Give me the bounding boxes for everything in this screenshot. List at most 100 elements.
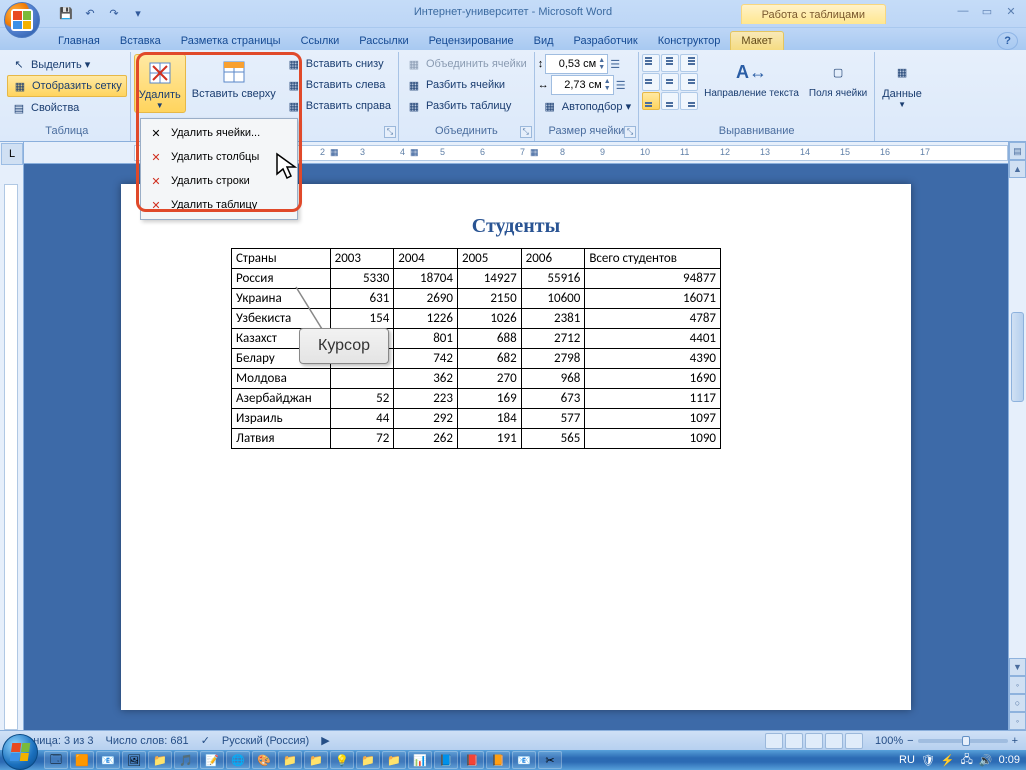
ql-item[interactable]: 📁: [148, 751, 172, 769]
text-direction-button[interactable]: A↔ Направление текста: [700, 54, 803, 101]
ql-item[interactable]: 📁: [278, 751, 302, 769]
insert-above-button[interactable]: Вставить сверху: [188, 54, 280, 102]
scroll-thumb[interactable]: [1011, 312, 1024, 402]
ql-item[interactable]: 📕: [460, 751, 484, 769]
tab-pagelayout[interactable]: Разметка страницы: [171, 32, 291, 50]
tray-sound-icon[interactable]: ⚡: [941, 754, 955, 767]
split-icon: ▦: [406, 77, 422, 93]
insert-below-button[interactable]: ▦Вставить снизу: [282, 54, 395, 74]
ql-item[interactable]: 🟧: [70, 751, 94, 769]
ql-item[interactable]: 📁: [382, 751, 406, 769]
tab-developer[interactable]: Разработчик: [564, 32, 648, 50]
split-cells-button[interactable]: ▦Разбить ячейки: [402, 75, 531, 95]
table-row: Украина631269021501060016071: [232, 289, 721, 309]
tab-review[interactable]: Рецензирование: [419, 32, 524, 50]
ql-item[interactable]: 📝: [200, 751, 224, 769]
distribute-rows-icon[interactable]: ☰: [610, 58, 620, 71]
select-button[interactable]: ↖Выделить ▾: [7, 54, 127, 74]
scroll-down-icon[interactable]: ▼: [1009, 658, 1026, 676]
close-button[interactable]: ✕: [1000, 2, 1022, 20]
status-proof-icon[interactable]: ✓: [201, 734, 210, 747]
ql-item[interactable]: 📘: [434, 751, 458, 769]
zoom-slider[interactable]: [918, 739, 1008, 743]
status-wordcount[interactable]: Число слов: 681: [106, 735, 189, 747]
ql-item[interactable]: 📁: [304, 751, 328, 769]
view-print-layout[interactable]: [765, 733, 783, 749]
text-direction-icon: A↔: [735, 56, 767, 88]
qat-dropdown-icon[interactable]: ▾: [128, 4, 148, 24]
minimize-button[interactable]: —: [952, 2, 974, 20]
undo-icon[interactable]: ↶: [80, 4, 100, 24]
zoom-in-icon[interactable]: +: [1012, 735, 1018, 747]
ql-item[interactable]: 📊: [408, 751, 432, 769]
tab-view[interactable]: Вид: [524, 32, 564, 50]
view-gridlines-button[interactable]: ▦Отобразить сетку: [7, 75, 127, 97]
merge-dialog-launcher[interactable]: ⤡: [520, 126, 532, 138]
delete-columns-item[interactable]: ✕Удалить столбцы: [143, 145, 295, 169]
tab-mailings[interactable]: Рассылки: [349, 32, 418, 50]
vertical-scrollbar[interactable]: ▤ ▲ ▼ ◦ ○ ◦: [1008, 142, 1026, 730]
view-outline[interactable]: [825, 733, 843, 749]
tab-selector[interactable]: L: [1, 143, 23, 165]
split-table-button[interactable]: ▦Разбить таблицу: [402, 96, 531, 116]
prev-page-icon[interactable]: ◦: [1009, 676, 1026, 694]
ql-item[interactable]: 🌐: [226, 751, 250, 769]
restore-button[interactable]: ▭: [976, 2, 998, 20]
office-button[interactable]: [4, 2, 40, 38]
view-web[interactable]: [805, 733, 823, 749]
size-dialog-launcher[interactable]: ⤡: [624, 126, 636, 138]
ql-item[interactable]: 📧: [96, 751, 120, 769]
save-icon[interactable]: 💾: [56, 4, 76, 24]
cell-margins-button[interactable]: ▢ Поля ячейки: [805, 54, 871, 101]
insert-right-button[interactable]: ▦Вставить справа: [282, 96, 395, 116]
ql-item[interactable]: 🎵: [174, 751, 198, 769]
start-button[interactable]: [2, 734, 38, 770]
row-height-input[interactable]: ▲▼: [545, 54, 608, 74]
scroll-up-icon[interactable]: ▲: [1009, 160, 1026, 178]
status-macro-icon[interactable]: ▶: [321, 734, 329, 747]
zoom-out-icon[interactable]: −: [907, 735, 913, 747]
tab-insert[interactable]: Вставка: [110, 32, 171, 50]
next-page-icon[interactable]: ◦: [1009, 712, 1026, 730]
data-icon: ▦: [886, 56, 918, 88]
ql-item[interactable]: 📙: [486, 751, 510, 769]
col-width-input[interactable]: ▲▼: [551, 75, 614, 95]
ql-item[interactable]: 📧: [512, 751, 536, 769]
tab-design[interactable]: Конструктор: [648, 32, 731, 50]
status-language[interactable]: Русский (Россия): [222, 735, 309, 747]
view-fullscreen[interactable]: [785, 733, 803, 749]
tray-lang[interactable]: RU: [899, 754, 915, 766]
rowscols-dialog-launcher[interactable]: ⤡: [384, 126, 396, 138]
redo-icon[interactable]: ↷: [104, 4, 124, 24]
merge-cells-button[interactable]: ▦Объединить ячейки: [402, 54, 531, 74]
tray-battery-icon[interactable]: 🛡: [921, 754, 935, 767]
properties-button[interactable]: ▤Свойства: [7, 98, 127, 118]
ql-item[interactable]: 🎨: [252, 751, 276, 769]
delete-table-item[interactable]: ✕Удалить таблицу: [143, 193, 295, 217]
delete-rows-item[interactable]: ✕Удалить строки: [143, 169, 295, 193]
tab-layout[interactable]: Макет: [730, 31, 783, 50]
insert-left-button[interactable]: ▦Вставить слева: [282, 75, 395, 95]
tray-volume-icon[interactable]: 🔊: [979, 754, 993, 767]
data-button[interactable]: ▦ Данные ▼: [878, 54, 926, 111]
tab-references[interactable]: Ссылки: [291, 32, 350, 50]
ql-item[interactable]: 📁: [356, 751, 380, 769]
distribute-cols-icon[interactable]: ☰: [616, 79, 626, 92]
tab-home[interactable]: Главная: [48, 32, 110, 50]
tray-clock[interactable]: 0:09: [999, 754, 1020, 766]
help-icon[interactable]: ?: [997, 32, 1018, 50]
view-draft[interactable]: [845, 733, 863, 749]
alignment-grid[interactable]: [642, 54, 698, 110]
ql-item[interactable]: ✂: [538, 751, 562, 769]
zoom-level[interactable]: 100%: [875, 735, 903, 747]
ql-item[interactable]: 🖼: [122, 751, 146, 769]
ruler-toggle-icon[interactable]: ▤: [1009, 142, 1026, 160]
delete-cells-item[interactable]: ✕Удалить ячейки...: [143, 121, 295, 145]
ql-item[interactable]: 🗔: [44, 751, 68, 769]
tray-network-icon[interactable]: 🖧: [961, 751, 973, 770]
delete-button[interactable]: Удалить ▼: [134, 54, 186, 113]
browse-object-icon[interactable]: ○: [1009, 694, 1026, 712]
ql-item[interactable]: 💡: [330, 751, 354, 769]
autofit-button[interactable]: ▦Автоподбор ▾: [538, 96, 635, 116]
page-scroll-area[interactable]: Студенты Страны 2003 2004 2005 2006 Всег…: [24, 164, 1008, 730]
